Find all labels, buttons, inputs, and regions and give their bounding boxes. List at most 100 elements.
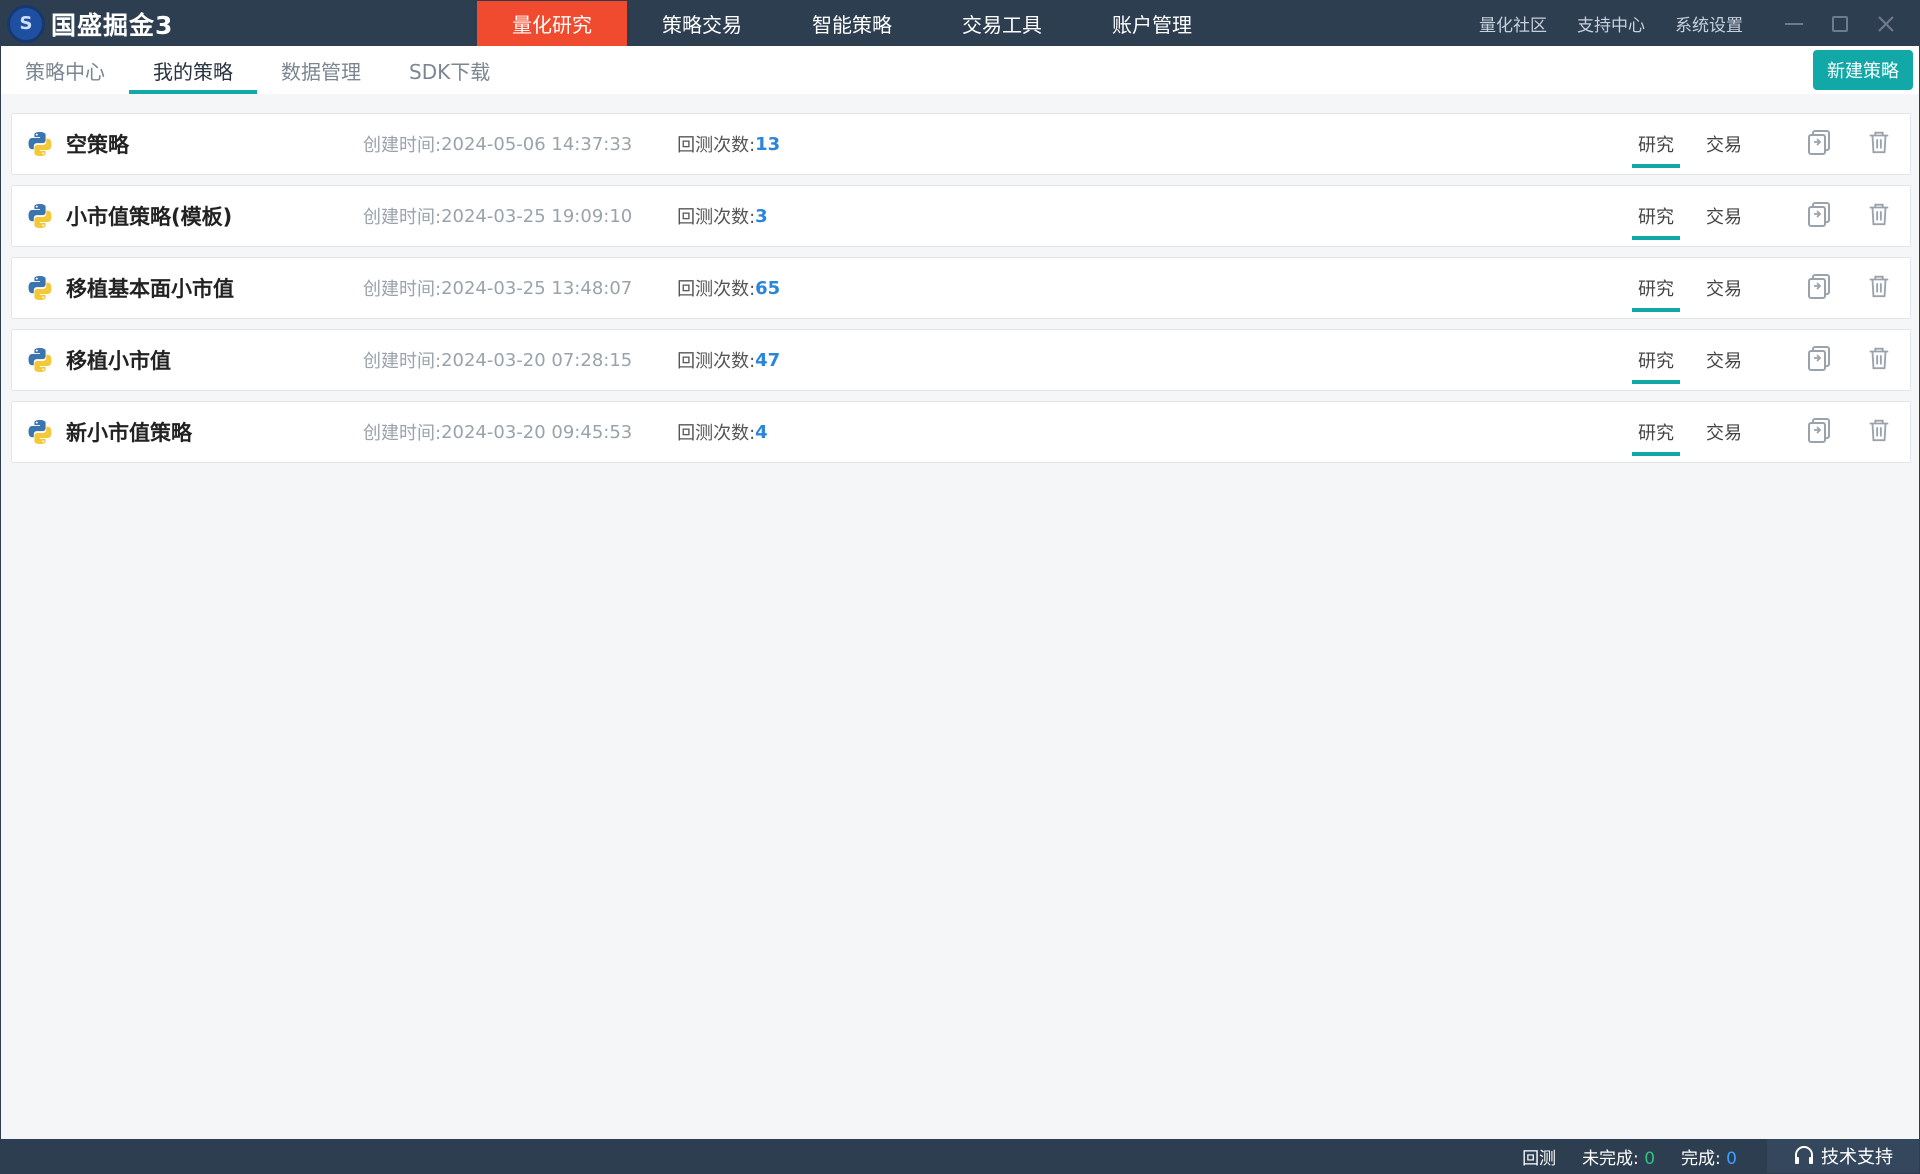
app-title: 国盛掘金3: [51, 10, 174, 40]
python-icon: [26, 202, 54, 230]
strategy-name[interactable]: 移植基本面小市值: [66, 273, 363, 303]
nav-smart-strategy[interactable]: 智能策略: [777, 1, 927, 46]
strategy-row[interactable]: 新小市值策略 创建时间: 2024-03-20 09:45:53 回测次数: 4 研究 交易: [11, 401, 1911, 463]
copy-icon: [1805, 416, 1833, 448]
delete-button[interactable]: [1862, 199, 1896, 233]
status-unfinished-label: 未完成:: [1582, 1148, 1639, 1169]
logo-icon: S: [7, 4, 45, 43]
tab-my-strategies[interactable]: 我的策略: [129, 46, 257, 94]
close-button[interactable]: [1863, 1, 1909, 46]
created-value: 2024-03-25 13:48:07: [441, 277, 633, 299]
created-value: 2024-03-20 09:45:53: [441, 421, 633, 443]
link-community[interactable]: 量化社区: [1479, 11, 1547, 36]
sub-header: 策略中心 我的策略 数据管理 SDK下载 新建策略: [1, 46, 1919, 94]
row-actions: 研究 交易: [1632, 330, 1910, 390]
row-actions: 研究 交易: [1632, 114, 1910, 174]
copy-button[interactable]: [1802, 343, 1836, 377]
tech-support-label: 技术支持: [1821, 1147, 1893, 1168]
backtest-count-value[interactable]: 47: [755, 350, 780, 371]
copy-button[interactable]: [1802, 271, 1836, 305]
trade-tab[interactable]: 交易: [1700, 186, 1748, 246]
research-tab[interactable]: 研究: [1632, 186, 1680, 246]
backtest-count-label: 回测次数:: [677, 279, 756, 300]
right-nav: 量化社区 支持中心 系统设置: [1449, 1, 1919, 46]
trade-tab[interactable]: 交易: [1700, 330, 1748, 390]
maximize-button[interactable]: [1817, 1, 1863, 46]
backtest-count-label: 回测次数:: [677, 423, 756, 444]
research-tab[interactable]: 研究: [1632, 402, 1680, 462]
tab-sdk-download[interactable]: SDK下载: [385, 46, 514, 94]
backtest-count-label: 回测次数:: [677, 135, 756, 156]
strategy-name[interactable]: 新小市值策略: [66, 417, 363, 447]
backtest-count-value[interactable]: 65: [755, 278, 780, 299]
trash-icon: [1866, 201, 1892, 231]
created-label: 创建时间:: [363, 423, 442, 444]
main-nav: 量化研究 策略交易 智能策略 交易工具 账户管理: [477, 1, 1227, 46]
python-icon: [26, 274, 54, 302]
research-tab[interactable]: 研究: [1632, 114, 1680, 174]
maximize-icon: [1832, 15, 1848, 32]
link-system-settings[interactable]: 系统设置: [1675, 11, 1743, 36]
app-logo: S 国盛掘金3: [1, 1, 477, 46]
row-actions: 研究 交易: [1632, 186, 1910, 246]
created-label: 创建时间:: [363, 207, 442, 228]
strategy-name[interactable]: 空策略: [66, 129, 363, 159]
app-window: S 国盛掘金3 量化研究 策略交易 智能策略 交易工具 账户管理 量化社区 支持…: [0, 0, 1920, 1174]
status-backtest[interactable]: 回测: [1522, 1144, 1556, 1169]
backtest-count-value[interactable]: 13: [755, 134, 780, 155]
minimize-icon: [1785, 22, 1803, 25]
delete-button[interactable]: [1862, 271, 1896, 305]
trade-tab[interactable]: 交易: [1700, 114, 1748, 174]
backtest-count-label: 回测次数:: [677, 351, 756, 372]
python-icon: [26, 418, 54, 446]
status-unfinished: 未完成: 0: [1582, 1144, 1655, 1169]
copy-button[interactable]: [1802, 415, 1836, 449]
status-unfinished-value: 0: [1644, 1148, 1656, 1169]
minimize-button[interactable]: [1771, 1, 1817, 46]
strategy-row[interactable]: 空策略 创建时间: 2024-05-06 14:37:33 回测次数: 13 研究 交易: [11, 113, 1911, 175]
strategy-name[interactable]: 小市值策略(模板): [66, 201, 363, 231]
nav-strategy-trading[interactable]: 策略交易: [627, 1, 777, 46]
python-icon: [26, 130, 54, 158]
strategy-row[interactable]: 小市值策略(模板) 创建时间: 2024-03-25 19:09:10 回测次数: 3 研…: [11, 185, 1911, 247]
research-tab[interactable]: 研究: [1632, 330, 1680, 390]
trash-icon: [1866, 129, 1892, 159]
created-value: 2024-03-20 07:28:15: [441, 349, 633, 371]
trash-icon: [1866, 417, 1892, 447]
research-tab[interactable]: 研究: [1632, 258, 1680, 318]
backtest-count-value[interactable]: 3: [755, 206, 768, 227]
created-value: 2024-05-06 14:37:33: [441, 133, 633, 155]
copy-button[interactable]: [1802, 199, 1836, 233]
trash-icon: [1866, 345, 1892, 375]
row-actions: 研究 交易: [1632, 258, 1910, 318]
strategy-row[interactable]: 移植基本面小市值 创建时间: 2024-03-25 13:48:07 回测次数: 65 研…: [11, 257, 1911, 319]
python-icon: [26, 346, 54, 374]
strategy-name[interactable]: 移植小市值: [66, 345, 363, 375]
nav-quant-research[interactable]: 量化研究: [477, 1, 627, 46]
title-bar: S 国盛掘金3 量化研究 策略交易 智能策略 交易工具 账户管理 量化社区 支持…: [1, 1, 1919, 46]
copy-icon: [1805, 128, 1833, 160]
created-label: 创建时间:: [363, 279, 442, 300]
trade-tab[interactable]: 交易: [1700, 402, 1748, 462]
delete-button[interactable]: [1862, 415, 1896, 449]
status-finished: 完成: 0: [1681, 1144, 1737, 1169]
link-support-center[interactable]: 支持中心: [1577, 11, 1645, 36]
status-finished-label: 完成:: [1681, 1148, 1721, 1169]
trash-icon: [1866, 273, 1892, 303]
trade-tab[interactable]: 交易: [1700, 258, 1748, 318]
delete-button[interactable]: [1862, 127, 1896, 161]
tech-support-button[interactable]: 技术支持: [1767, 1139, 1919, 1173]
backtest-count-value[interactable]: 4: [755, 422, 768, 443]
strategy-row[interactable]: 移植小市值 创建时间: 2024-03-20 07:28:15 回测次数: 47 研究 交易: [11, 329, 1911, 391]
nav-account-management[interactable]: 账户管理: [1077, 1, 1227, 46]
created-label: 创建时间:: [363, 351, 442, 372]
tab-strategy-center[interactable]: 策略中心: [1, 46, 129, 94]
copy-button[interactable]: [1802, 127, 1836, 161]
new-strategy-button[interactable]: 新建策略: [1813, 50, 1913, 90]
delete-button[interactable]: [1862, 343, 1896, 377]
row-actions: 研究 交易: [1632, 402, 1910, 462]
copy-icon: [1805, 200, 1833, 232]
tab-data-management[interactable]: 数据管理: [257, 46, 385, 94]
close-icon: [1878, 15, 1894, 32]
nav-trading-tools[interactable]: 交易工具: [927, 1, 1077, 46]
